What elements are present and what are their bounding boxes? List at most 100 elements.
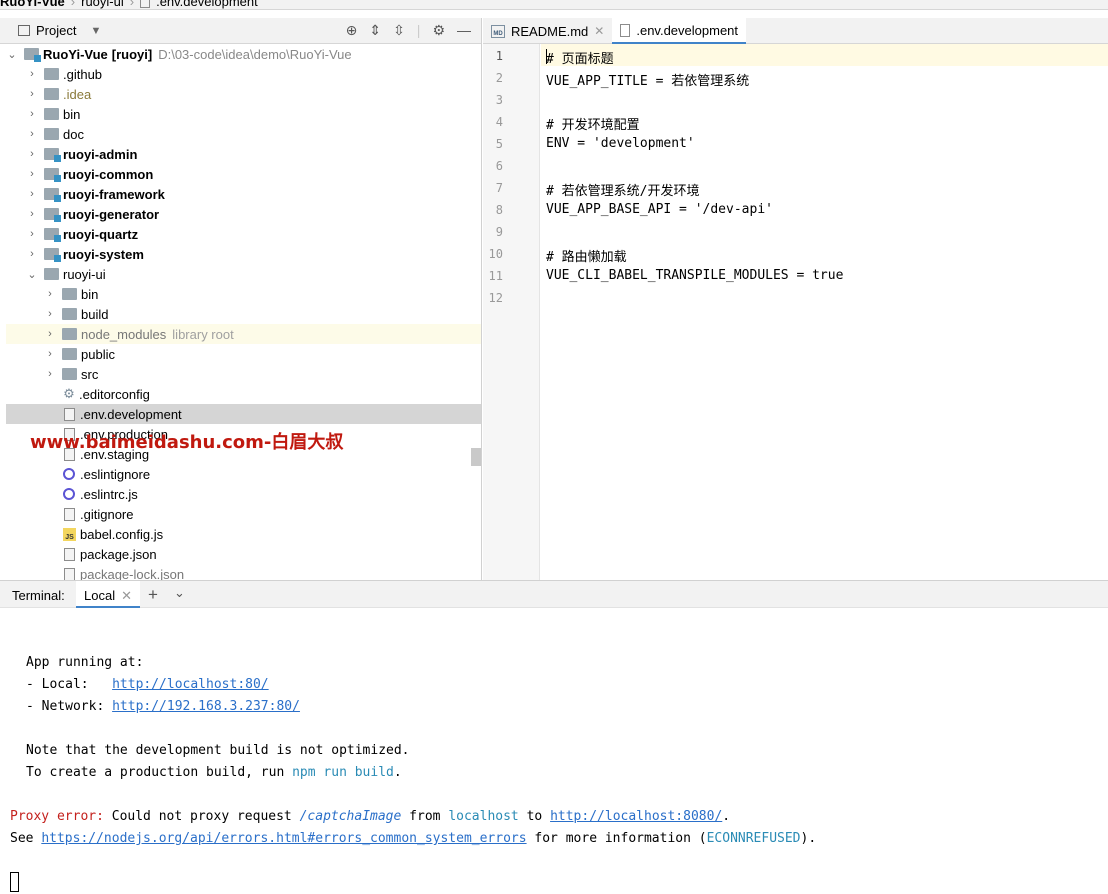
tree-item-package-lock[interactable]: package-lock.json (6, 564, 481, 580)
chevron-down-icon[interactable]: ⌄ (174, 585, 185, 601)
breadcrumb-module[interactable]: ruoyi-ui (81, 0, 124, 9)
tree-item-src[interactable]: › src (6, 364, 481, 384)
tree-root[interactable]: ⌄ RuoYi-Vue [ruoyi] D:\03-code\idea\demo… (6, 44, 481, 64)
tree-item-env-staging[interactable]: .env.staging (6, 444, 481, 464)
gear-icon[interactable]: ⚙ (432, 22, 445, 39)
tree-item-env-development[interactable]: .env.development (6, 404, 481, 424)
tab-env-development[interactable]: .env.development (612, 18, 747, 44)
chevron-right-icon[interactable]: › (26, 88, 38, 100)
chevron-down-icon[interactable]: ⌄ (6, 48, 18, 61)
chevron-right-icon[interactable]: › (26, 128, 38, 140)
chevron-right-icon[interactable]: › (26, 228, 38, 240)
tree-item-label: .env.development (80, 406, 182, 422)
close-icon[interactable]: ✕ (121, 588, 132, 606)
tree-item-eslintrc[interactable]: .eslintrc.js (6, 484, 481, 504)
terminal-line: Proxy error: Could not proxy request /ca… (10, 809, 730, 824)
terminal-text: from (401, 809, 449, 824)
minimize-icon[interactable]: — (457, 22, 471, 39)
tree-item-ruoyi-generator[interactable]: › ruoyi-generator (6, 204, 481, 224)
chevron-right-icon[interactable]: › (44, 328, 56, 340)
tree-item-ruoyi-quartz[interactable]: › ruoyi-quartz (6, 224, 481, 244)
chevron-right-icon[interactable]: › (26, 148, 38, 160)
network-url-link[interactable]: http://192.168.3.237:80/ (112, 699, 300, 714)
current-line-highlight (541, 44, 1108, 66)
line-number: 7 (495, 181, 503, 195)
terminal-line: App running at: (26, 655, 144, 670)
local-url-link[interactable]: http://localhost:80/ (112, 677, 269, 692)
tab-label: README.md (511, 23, 589, 39)
line-number: 2 (495, 71, 503, 85)
build-command: npm run build (292, 765, 394, 780)
tree-item-babel-config[interactable]: JS babel.config.js (6, 524, 481, 544)
project-view-icon (18, 25, 30, 36)
folder-icon (44, 68, 59, 80)
nodejs-errors-link[interactable]: https://nodejs.org/api/errors.html#error… (41, 831, 526, 846)
folder-icon (62, 328, 77, 340)
chevron-right-icon[interactable]: › (26, 168, 38, 180)
project-view-selector[interactable]: Project ▼ (18, 23, 101, 38)
tree-item-node-modules[interactable]: › node_modules library root (6, 324, 481, 344)
git-ignore-file-icon (64, 507, 75, 521)
terminal-label: Terminal: (12, 588, 65, 603)
gear-icon: ⚙ (63, 386, 75, 401)
line-number: 8 (495, 203, 503, 217)
chevron-right-icon[interactable]: › (26, 188, 38, 200)
proxy-host: localhost (448, 809, 519, 824)
chevron-right-icon[interactable]: › (26, 108, 38, 120)
text-file-icon (64, 407, 75, 421)
chevron-right-icon[interactable]: › (44, 348, 56, 360)
tree-item-eslintignore[interactable]: .eslintignore (6, 464, 481, 484)
new-terminal-icon[interactable]: + (148, 585, 158, 605)
tree-item-public[interactable]: › public (6, 344, 481, 364)
breadcrumb-file[interactable]: .env.development (156, 0, 258, 9)
chevron-right-icon[interactable]: › (26, 208, 38, 220)
tree-item-ruoyi-common[interactable]: › ruoyi-common (6, 164, 481, 184)
tree-scrollbar[interactable] (471, 448, 481, 466)
tree-item-label: .gitignore (80, 506, 134, 522)
tree-item-doc[interactable]: › doc (6, 124, 481, 144)
terminal-text: ). (800, 831, 817, 846)
tree-item-ui-bin[interactable]: › bin (6, 284, 481, 304)
locate-file-icon[interactable]: ⊕ (346, 22, 358, 39)
env-file-icon (620, 23, 631, 37)
close-icon[interactable]: ✕ (594, 24, 604, 38)
tree-item-idea[interactable]: › .idea (6, 84, 481, 104)
separator: | (416, 22, 421, 38)
tree-item-ruoyi-framework[interactable]: › ruoyi-framework (6, 184, 481, 204)
chevron-right-icon[interactable]: › (44, 288, 56, 300)
terminal-text: . (393, 765, 402, 780)
module-folder-icon (44, 208, 61, 222)
tree-item-build[interactable]: › build (6, 304, 481, 324)
code-line: # 页面标题 (546, 52, 614, 67)
line-number: 4 (495, 115, 503, 129)
tree-item-ruoyi-ui[interactable]: ⌄ ruoyi-ui (6, 264, 481, 284)
proxy-path: /captchaImage (299, 809, 402, 824)
proxy-target-link[interactable]: http://localhost:8080/ (550, 809, 722, 824)
terminal-text: for more information ( (526, 831, 707, 846)
tree-item-label: build (81, 306, 109, 322)
tree-item-ruoyi-system[interactable]: › ruoyi-system (6, 244, 481, 264)
chevron-down-icon[interactable]: ⌄ (26, 268, 38, 281)
collapse-all-icon[interactable]: ⇳ (393, 22, 405, 39)
tree-item-ruoyi-admin[interactable]: › ruoyi-admin (6, 144, 481, 164)
tree-item-github[interactable]: › .github (6, 64, 481, 84)
tab-local-terminal[interactable]: Local ✕ (76, 581, 140, 608)
chevron-right-icon[interactable]: › (26, 248, 38, 260)
tree-item-gitignore[interactable]: .gitignore (6, 504, 481, 524)
folder-icon (62, 348, 77, 360)
terminal-output[interactable]: App running at: - Local: http://localhos… (0, 608, 1108, 894)
chevron-down-icon: ▼ (90, 24, 102, 37)
expand-all-icon[interactable]: ⇕ (369, 22, 381, 39)
terminal-text: To create a production build, run (26, 765, 293, 780)
chevron-right-icon[interactable]: › (44, 308, 56, 320)
tree-item-bin[interactable]: › bin (6, 104, 481, 124)
tree-item-editorconfig[interactable]: ⚙ .editorconfig (6, 384, 481, 404)
tree-item-package-json[interactable]: package.json (6, 544, 481, 564)
code-line: # 开发环境配置 (546, 118, 640, 133)
tree-item-label: babel.config.js (80, 526, 164, 542)
tab-readme[interactable]: MD README.md ✕ (483, 18, 612, 44)
tree-item-env-production[interactable]: .env.production (6, 424, 481, 444)
chevron-right-icon[interactable]: › (26, 68, 38, 80)
breadcrumb-project[interactable]: RuoYi-Vue (0, 0, 65, 9)
chevron-right-icon[interactable]: › (44, 368, 56, 380)
